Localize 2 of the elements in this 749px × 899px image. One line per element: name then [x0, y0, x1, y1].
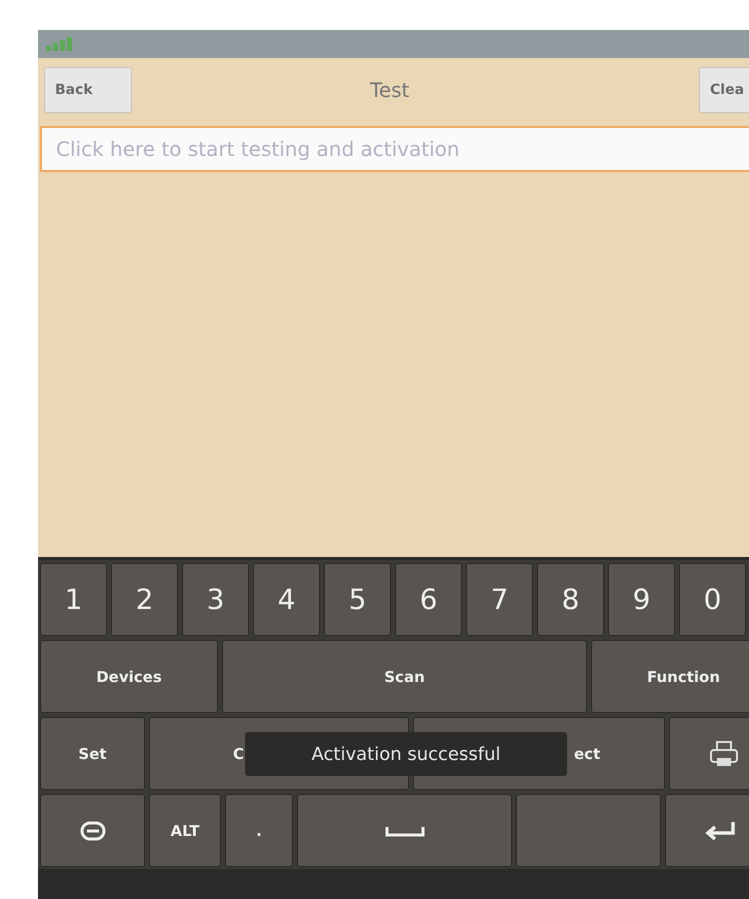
- activation-toast: Activation successful: [245, 732, 567, 776]
- screen-title: Test: [370, 78, 410, 102]
